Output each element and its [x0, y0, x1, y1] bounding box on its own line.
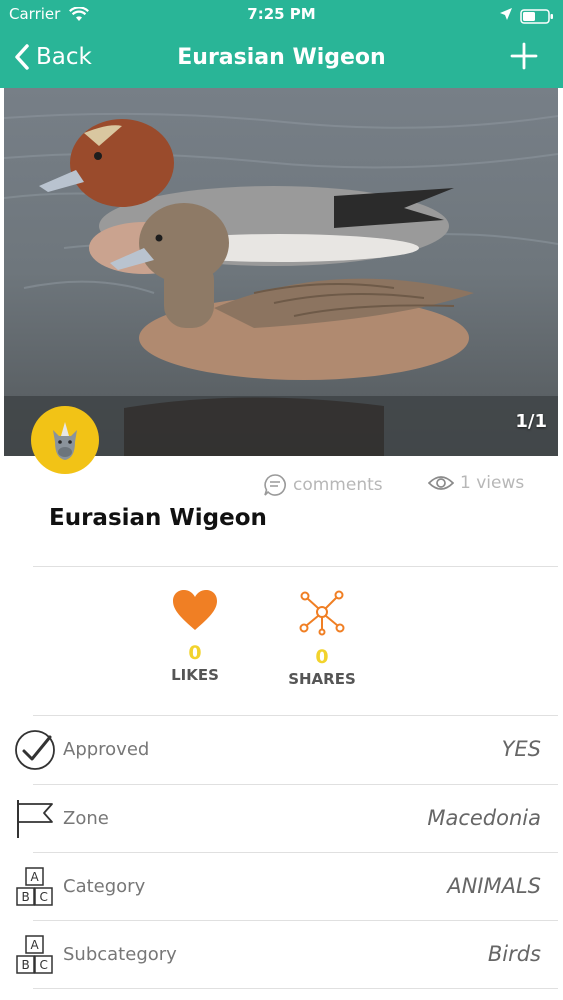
likes-stat[interactable]: 0 LIKES: [135, 588, 255, 684]
shares-stat[interactable]: 0 SHARES: [262, 588, 382, 688]
check-circle-icon: [15, 730, 55, 770]
duck-photo-image: [4, 88, 558, 456]
likes-label: LIKES: [171, 666, 219, 684]
abc-blocks-icon: A B C: [16, 867, 53, 906]
comments-link[interactable]: comments: [263, 473, 383, 497]
views-label: 1 views: [460, 473, 525, 493]
battery-icon: [520, 9, 553, 24]
avatar[interactable]: [31, 406, 99, 474]
svg-text:A: A: [31, 938, 40, 952]
flag-icon: [17, 800, 53, 838]
rhino-icon: [53, 422, 77, 460]
svg-text:C: C: [40, 958, 48, 972]
status-bar: Carrier 7:25 PM: [0, 4, 563, 26]
abc-blocks-icon: A B C: [16, 935, 53, 974]
detail-row-zone: Zone Macedonia: [0, 786, 563, 854]
page-title: Eurasian Wigeon: [177, 45, 386, 70]
detail-value: ANIMALS: [447, 874, 541, 898]
divider: [33, 784, 558, 785]
nav-header: Carrier 7:25 PM Back Eurasian Wigeon: [0, 0, 563, 88]
divider: [33, 852, 558, 853]
detail-label: Subcategory: [63, 944, 177, 965]
divider: [33, 988, 558, 989]
comment-icon: [264, 474, 286, 496]
detail-row-subcategory: A B C Subcategory Birds: [0, 922, 563, 990]
add-icon[interactable]: [510, 42, 538, 70]
likes-count: 0: [188, 642, 202, 664]
detail-value: Birds: [487, 942, 541, 966]
detail-value: Macedonia: [427, 806, 541, 830]
share-network-icon: [299, 590, 345, 636]
divider: [33, 715, 558, 716]
svg-text:A: A: [31, 870, 40, 884]
detail-label: Zone: [63, 808, 109, 829]
detail-value: YES: [501, 737, 541, 761]
detail-label: Approved: [63, 739, 150, 760]
shares-label: SHARES: [288, 670, 356, 688]
detail-row-approved: Approved YES: [0, 717, 563, 785]
divider: [33, 566, 558, 567]
eye-icon: [428, 476, 454, 490]
svg-text:C: C: [40, 890, 48, 904]
detail-label: Category: [63, 876, 146, 897]
shares-count: 0: [315, 646, 329, 668]
location-arrow-icon: [500, 8, 512, 20]
views-count: 1 views: [428, 473, 524, 493]
comments-label: comments: [293, 475, 383, 495]
svg-text:B: B: [22, 958, 30, 972]
svg-text:B: B: [22, 890, 30, 904]
item-title: Eurasian Wigeon: [49, 505, 267, 531]
heart-icon: [173, 590, 217, 630]
status-time: 7:25 PM: [247, 5, 316, 23]
detail-row-category: A B C Category ANIMALS: [0, 854, 563, 922]
divider: [33, 920, 558, 921]
item-meta: comments 1 views: [0, 473, 563, 499]
item-photo[interactable]: [4, 88, 558, 456]
photo-counter: 1/1: [515, 411, 547, 432]
